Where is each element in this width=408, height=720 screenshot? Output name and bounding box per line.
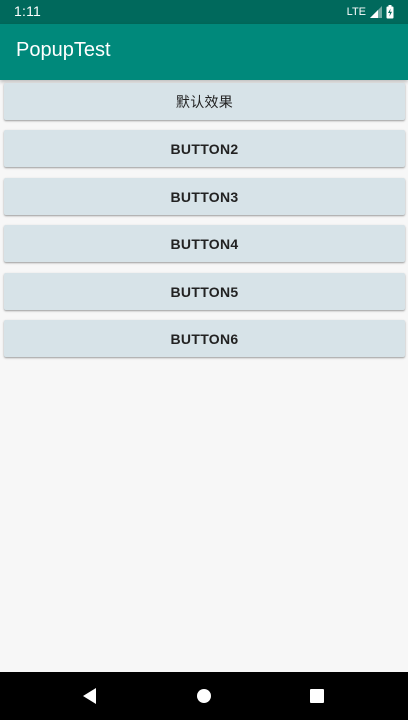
button2[interactable]: BUTTON2 xyxy=(4,130,405,167)
button5[interactable]: BUTTON5 xyxy=(4,273,405,310)
button6[interactable]: BUTTON6 xyxy=(4,320,405,357)
button3[interactable]: BUTTON3 xyxy=(4,178,405,215)
signal-icon xyxy=(370,6,382,18)
default-effect-button[interactable]: 默认效果 xyxy=(4,83,405,120)
battery-charging-icon xyxy=(386,5,394,19)
status-time: 1:11 xyxy=(14,3,42,19)
home-icon[interactable] xyxy=(197,689,211,703)
app-title: PopupTest xyxy=(16,39,111,61)
status-bar: 1:11 LTE xyxy=(0,0,408,24)
recents-icon[interactable] xyxy=(310,689,324,703)
navigation-bar xyxy=(0,672,408,720)
back-icon[interactable] xyxy=(83,688,97,708)
button4[interactable]: BUTTON4 xyxy=(4,225,405,262)
network-type: LTE xyxy=(346,6,366,18)
app-bar: PopupTest xyxy=(0,24,408,80)
status-icons: LTE xyxy=(347,4,394,20)
